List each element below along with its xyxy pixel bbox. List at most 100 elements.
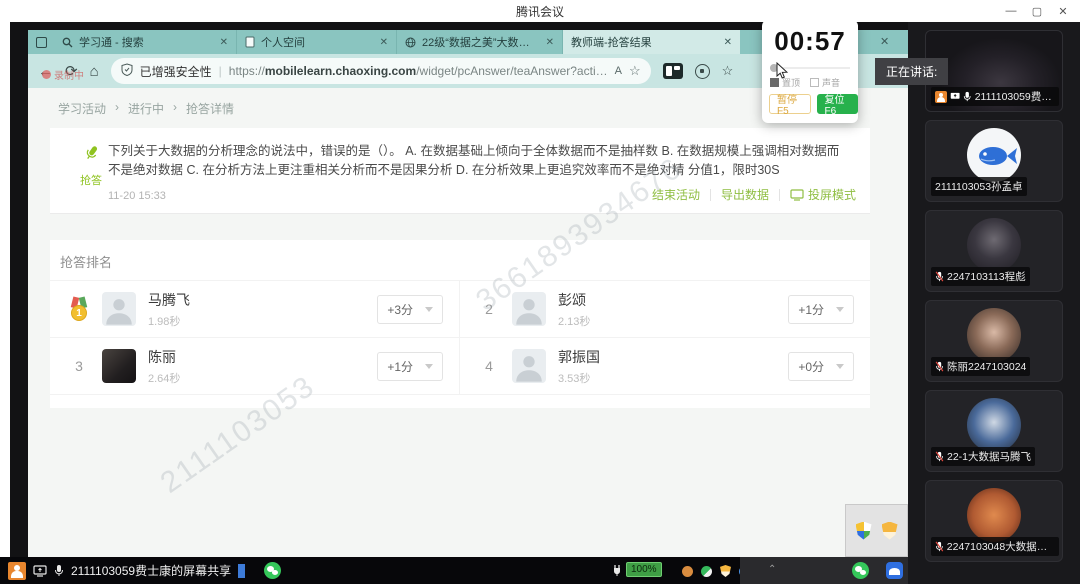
- score-dropdown[interactable]: +3分: [377, 295, 443, 324]
- student-name: 马腾飞: [148, 290, 190, 310]
- taskbar-share-status[interactable]: 2111103059费士康的屏幕共享: [0, 562, 281, 580]
- recording-dot-icon: [42, 70, 51, 79]
- student-name: 陈丽: [148, 347, 180, 367]
- tray-icon-orange[interactable]: [682, 566, 693, 577]
- close-button[interactable]: ✕: [1050, 0, 1076, 22]
- participant-tile[interactable]: 2247103113程彪: [925, 210, 1063, 292]
- chevron-down-icon: [425, 364, 433, 369]
- power-plug-icon: [612, 564, 622, 576]
- question-date: 11-20 15:33: [108, 190, 166, 202]
- security-shield-icon: [121, 63, 133, 79]
- tencent-meeting-icon[interactable]: [886, 562, 903, 579]
- quick-answer-mic-icon: [83, 144, 100, 163]
- screen-share-icon: [950, 92, 960, 101]
- tab-xuexitong-search[interactable]: 学习通 - 搜索 ✕: [54, 30, 236, 54]
- person-placeholder-icon: [512, 349, 546, 383]
- participant-tile[interactable]: 2111103053孙孟卓: [925, 120, 1063, 202]
- presenter-icon: [8, 562, 26, 580]
- minimize-button[interactable]: —: [998, 0, 1024, 22]
- answer-time: 1.98秒: [148, 313, 190, 329]
- window-controls: — ▢ ✕: [998, 0, 1076, 22]
- tab-teacher-answer-result[interactable]: 教师端-抢答结果 ✕: [562, 30, 740, 54]
- tab-label: 教师端-抢答结果: [571, 34, 718, 50]
- search-icon: [62, 37, 73, 48]
- person-placeholder-icon: [102, 292, 136, 326]
- table-row: 4 郭振国3.53秒 +0分: [460, 338, 870, 395]
- windows-taskbar: 2111103059费士康的屏幕共享 100% TB ⌃: [0, 557, 908, 584]
- security-shield-orange-icon[interactable]: [882, 522, 898, 540]
- avatar: [102, 292, 136, 326]
- timer-pause-button[interactable]: 暂停F5: [769, 94, 811, 114]
- security-shield-color-icon[interactable]: [856, 522, 872, 540]
- participant-label: 2247103048大数据彭颂: [931, 537, 1059, 556]
- avatar: [102, 349, 136, 383]
- tray-shield-icon[interactable]: [720, 565, 731, 577]
- maximize-button[interactable]: ▢: [1024, 0, 1050, 22]
- table-row: 1 马腾飞 1.98秒 +3分: [50, 281, 460, 338]
- microphone-on-icon: [963, 91, 971, 102]
- checkbox-icon: [810, 78, 819, 87]
- participant-tile[interactable]: 2247103048大数据彭颂: [925, 480, 1063, 562]
- tab-data-contest[interactable]: 22级“数据之美”大数据知识竞... ✕: [396, 30, 562, 54]
- browser-profile-icon[interactable]: [663, 63, 683, 79]
- ranking-grid: 1 马腾飞1.98秒 +3分 2: [50, 281, 870, 395]
- sound-option[interactable]: 声音: [810, 76, 840, 89]
- activity-type-label: 抢答: [76, 172, 106, 188]
- breadcrumb-ongoing[interactable]: 进行中: [128, 100, 164, 117]
- student-name: 彭颂: [558, 290, 590, 310]
- question-actions: 结束活动 导出数据 投屏模式: [652, 186, 856, 203]
- score-dropdown[interactable]: +1分: [377, 352, 443, 381]
- taskbar-corner: ⌃: [740, 557, 908, 584]
- participant-name: 陈丽2247103024: [947, 359, 1026, 374]
- export-data-link[interactable]: 导出数据: [721, 186, 769, 203]
- ranking-panel: 抢答排名 1 马腾飞 1.98秒 +3分: [50, 240, 870, 408]
- tab-list-button[interactable]: [28, 30, 54, 54]
- participant-name: 2111103053孙孟卓: [935, 179, 1023, 194]
- score-dropdown[interactable]: +1分: [788, 295, 854, 324]
- tab-personal-space[interactable]: 个人空间 ✕: [236, 30, 396, 54]
- tab-close-icon[interactable]: ✕: [220, 37, 228, 48]
- meeting-title: 腾讯会议: [516, 3, 564, 20]
- avatar: [967, 398, 1021, 452]
- tab-close-icon[interactable]: ✕: [380, 37, 388, 48]
- participant-label: 2247103113程彪: [931, 267, 1030, 286]
- participant-tile[interactable]: 22-1大数据马腾飞: [925, 390, 1063, 472]
- screen-share-icon: [33, 565, 47, 577]
- chevron-down-icon: [425, 307, 433, 312]
- participant-label: 2111103053孙孟卓: [931, 177, 1027, 196]
- home-icon[interactable]: ⌂: [90, 64, 99, 79]
- tab-close-icon[interactable]: ✕: [880, 35, 889, 48]
- participant-tile[interactable]: 陈丽2247103024: [925, 300, 1063, 382]
- participant-name: 2247103113程彪: [947, 269, 1026, 284]
- score-dropdown[interactable]: +0分: [788, 352, 854, 381]
- avatar: [967, 308, 1021, 362]
- favorite-star-icon[interactable]: ☆: [629, 63, 641, 79]
- screen: 腾讯会议 — ▢ ✕ 学习通 - 搜索 ✕: [0, 0, 1080, 584]
- microphone-icon: [54, 564, 64, 577]
- question-text: 下列关于大数据的分析理念的说法中，错误的是（）。 A. 在数据基础上倾向于全体数…: [108, 142, 850, 181]
- timer-reset-button[interactable]: 复位F6: [817, 94, 859, 114]
- table-row: 3 陈丽2.64秒 +1分: [50, 338, 460, 395]
- fish-avatar-icon: [967, 128, 1021, 182]
- breadcrumb-activities[interactable]: 学习活动: [58, 100, 106, 117]
- tab-close-icon[interactable]: ✕: [546, 37, 554, 48]
- tab-label: 22级“数据之美”大数据知识竞...: [422, 34, 540, 50]
- favorites-bar-icon[interactable]: ☆: [722, 63, 734, 79]
- read-aloud-icon[interactable]: A: [615, 65, 622, 77]
- wechat-icon[interactable]: [852, 562, 869, 579]
- cast-mode-link[interactable]: 投屏模式: [790, 186, 856, 203]
- hidden-icons-chevron[interactable]: ⌃: [768, 564, 776, 575]
- address-bar[interactable]: 已增强安全性 | https://mobilelearn.chaoxing.co…: [111, 58, 651, 84]
- battery-indicator[interactable]: 100%: [612, 562, 662, 577]
- participant-name: 22-1大数据马腾飞: [947, 449, 1031, 464]
- ranking-title: 抢答排名: [50, 240, 870, 281]
- gold-medal-icon: 1: [70, 297, 88, 321]
- tab-close-icon[interactable]: ✕: [724, 37, 732, 48]
- wechat-icon[interactable]: [264, 562, 281, 579]
- tray-icon-green[interactable]: [701, 566, 712, 577]
- extensions-icon[interactable]: [695, 64, 710, 79]
- participant-label: 2111103059费士...: [931, 87, 1059, 106]
- rank-number: 4: [476, 358, 502, 374]
- answer-time: 2.13秒: [558, 313, 590, 329]
- chevron-down-icon: [836, 364, 844, 369]
